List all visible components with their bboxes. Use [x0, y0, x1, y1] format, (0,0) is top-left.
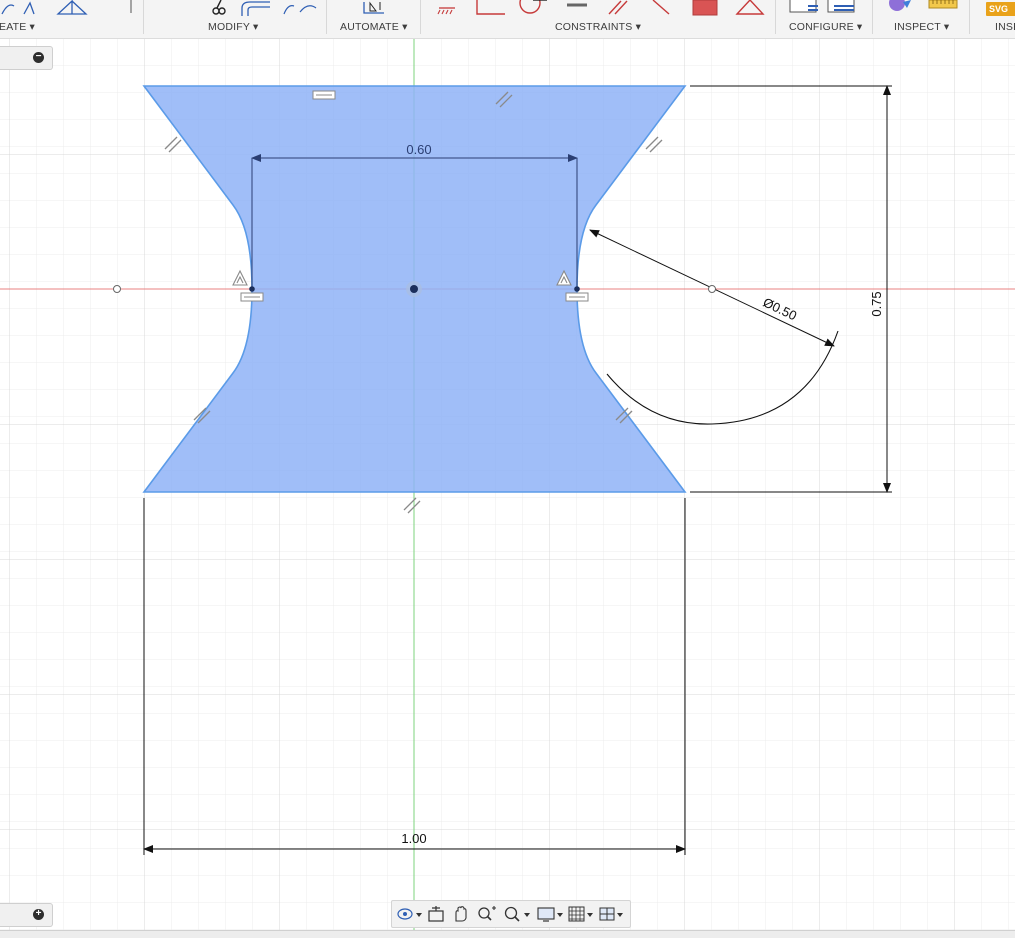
horizontal-constraint-icon[interactable] [312, 90, 336, 100]
orbit-icon[interactable] [395, 905, 423, 923]
display-settings-icon[interactable] [536, 905, 566, 923]
modify-menu[interactable]: MODIFY ▾ [208, 21, 258, 33]
scissors-trim-icon[interactable] [210, 0, 228, 16]
horizontal-constraint-icon[interactable] [240, 292, 264, 302]
sketch-point[interactable] [113, 285, 121, 293]
insert-menu[interactable]: INSE [995, 21, 1015, 33]
dimension-height[interactable]: 0.75 [869, 291, 884, 316]
parallel-constraint-icon[interactable] [605, 0, 641, 16]
zoom-icon[interactable] [476, 905, 498, 923]
mirror-icon[interactable] [280, 0, 320, 16]
horizontal-constraint-icon[interactable] [565, 292, 589, 302]
navigation-bar [391, 900, 631, 928]
inspect-measure-icon[interactable] [885, 0, 975, 16]
triangle-icon[interactable] [56, 0, 90, 16]
symmetry-triangle-icon[interactable] [735, 0, 765, 16]
create-group: EATE ▾ [0, 0, 143, 38]
arc-center-point[interactable] [708, 285, 716, 293]
toolbar: EATE ▾ MODIFY ▾ AUTOMATE ▾ CONSTRAINTS ▾… [0, 0, 1015, 39]
expand-icon: + [33, 909, 44, 920]
dimension-top-width[interactable]: 0.60 [406, 142, 431, 157]
automate-menu[interactable]: AUTOMATE ▾ [340, 21, 408, 33]
constraints-group: CONSTRAINTS ▾ [421, 0, 775, 38]
automate-group: AUTOMATE ▾ [327, 0, 420, 38]
horizontal-constraint-icon[interactable] [565, 0, 589, 16]
inspect-group: INSPECT ▾ [873, 0, 969, 38]
look-at-icon[interactable] [426, 905, 446, 923]
grid-settings-icon[interactable] [567, 905, 597, 923]
tangent-constraint-icon[interactable] [517, 0, 551, 16]
svg-badge-label: SVG [989, 4, 1009, 14]
configure-menu[interactable]: CONFIGURE ▾ [789, 21, 862, 33]
insert-svg-icon[interactable]: SVG [986, 2, 1015, 16]
sketch-canvas[interactable]: 0.60 Ø0.50 0.75 1.00 − + [0, 39, 1015, 930]
fix-constraint-icon[interactable] [435, 0, 459, 16]
fix-block-icon[interactable] [691, 0, 719, 16]
sketch-point[interactable] [249, 286, 255, 292]
configure-table-icon[interactable] [788, 0, 858, 16]
zoom-window-icon[interactable] [502, 905, 532, 923]
sketch-viewport[interactable]: 0.60 Ø0.50 0.75 1.00 [0, 39, 1015, 930]
insert-group: SVG INSE [970, 0, 1015, 38]
origin-point[interactable] [410, 285, 418, 293]
sketch-point[interactable] [574, 286, 580, 292]
modify-group: MODIFY ▾ [144, 0, 326, 38]
automate-dimension-icon[interactable] [358, 0, 388, 16]
divider-icon [130, 0, 132, 13]
comments-expand-toggle[interactable]: + [0, 903, 53, 927]
offset-icon[interactable] [240, 0, 274, 16]
viewports-icon[interactable] [598, 905, 628, 923]
configure-group: CONFIGURE ▾ [776, 0, 872, 38]
dimension-bottom-width[interactable]: 1.00 [401, 831, 426, 846]
inspect-menu[interactable]: INSPECT ▾ [894, 21, 949, 33]
constraints-menu[interactable]: CONSTRAINTS ▾ [555, 21, 641, 33]
collinear-constraint-icon[interactable] [649, 0, 673, 16]
collapse-icon: − [33, 52, 44, 63]
create-menu[interactable]: EATE ▾ [0, 21, 35, 33]
browser-collapse-toggle[interactable]: − [0, 46, 53, 70]
pan-icon[interactable] [451, 905, 471, 923]
sketch-spline-icon[interactable] [0, 0, 50, 16]
perpendicular-constraint-icon[interactable] [471, 0, 507, 16]
